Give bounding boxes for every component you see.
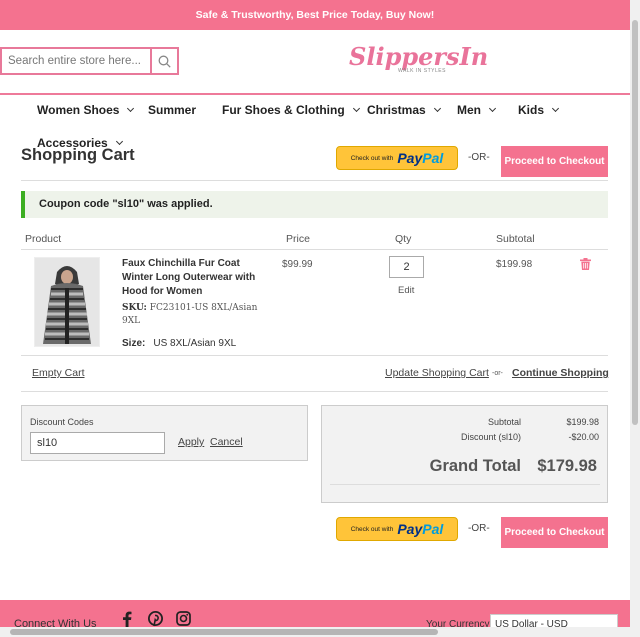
subtotal-value: $199.98 bbox=[566, 417, 599, 427]
discount-total-value: -$20.00 bbox=[568, 432, 599, 442]
col-header-product: Product bbox=[25, 233, 62, 245]
continue-shopping-link[interactable]: Continue Shopping bbox=[512, 367, 609, 379]
nav-label: Men bbox=[457, 103, 481, 117]
item-subtotal: $199.98 bbox=[496, 259, 533, 270]
horizontal-scroll-thumb[interactable] bbox=[10, 629, 438, 635]
paypal-checkout-button-bottom[interactable]: Check out with Pay Pal bbox=[336, 517, 458, 541]
grand-total-label: Grand Total bbox=[429, 457, 521, 475]
nav-men[interactable]: Men bbox=[457, 103, 497, 117]
size-value: US 8XL/Asian 9XL bbox=[153, 338, 237, 349]
vertical-scroll-thumb[interactable] bbox=[632, 20, 638, 425]
item-price: $99.99 bbox=[282, 259, 313, 270]
logo-text: SlippersIn bbox=[349, 42, 489, 71]
search-input[interactable] bbox=[2, 49, 152, 73]
discount-codes-panel: Discount Codes sl10 Apply Cancel bbox=[21, 405, 308, 461]
instagram-icon[interactable] bbox=[176, 611, 191, 627]
nav-summer[interactable]: Summer bbox=[148, 103, 196, 117]
nav-christmas[interactable]: Christmas bbox=[367, 103, 441, 117]
logo-tagline: WALK IN STYLES bbox=[398, 68, 446, 74]
nav-label: Fur Shoes & Clothing bbox=[222, 103, 345, 117]
or-separator-small: -or- bbox=[492, 370, 503, 377]
nav-divider bbox=[0, 93, 630, 95]
horizontal-scrollbar[interactable] bbox=[0, 627, 630, 637]
nav-label: Kids bbox=[518, 103, 545, 117]
quantity-input[interactable]: 2 bbox=[389, 256, 424, 278]
facebook-icon[interactable] bbox=[122, 611, 132, 627]
search-box bbox=[0, 47, 179, 75]
sku-label: SKU: bbox=[122, 303, 147, 313]
totals-divider bbox=[330, 484, 600, 485]
chevron-down-icon bbox=[115, 137, 123, 146]
paypal-brand-b: Pal bbox=[422, 150, 444, 166]
col-header-qty: Qty bbox=[395, 233, 412, 245]
paypal-prefix: Check out with bbox=[350, 154, 394, 162]
trash-icon bbox=[580, 258, 591, 270]
paypal-brand-b: Pal bbox=[422, 521, 444, 537]
or-separator-top: -OR- bbox=[468, 152, 490, 163]
chevron-down-icon bbox=[352, 104, 360, 113]
paypal-prefix: Check out with bbox=[350, 525, 394, 533]
update-cart-link[interactable]: Update Shopping Cart bbox=[385, 367, 489, 379]
nav-label: Summer bbox=[148, 103, 197, 117]
discount-total-label: Discount (sl10) bbox=[460, 432, 521, 442]
or-separator-bottom: -OR- bbox=[468, 523, 490, 534]
col-header-subtotal: Subtotal bbox=[496, 233, 535, 245]
nav-label: Women Shoes bbox=[37, 103, 120, 117]
apply-coupon-link[interactable]: Apply bbox=[178, 436, 204, 448]
nav-fur-shoes-clothing[interactable]: Fur Shoes & Clothing bbox=[222, 103, 360, 117]
product-sku: SKU: FC23101-US 8XL/Asian 9XL bbox=[122, 302, 262, 328]
page-title: Shopping Cart bbox=[21, 146, 135, 164]
paypal-checkout-button-top[interactable]: Check out with Pay Pal bbox=[336, 146, 458, 170]
paypal-brand-a: Pay bbox=[397, 150, 423, 166]
paypal-brand-a: Pay bbox=[397, 521, 423, 537]
chevron-down-icon bbox=[127, 104, 135, 113]
chevron-down-icon bbox=[488, 104, 497, 113]
empty-cart-link[interactable]: Empty Cart bbox=[32, 367, 85, 379]
pinterest-icon[interactable] bbox=[148, 611, 163, 627]
vertical-scrollbar[interactable] bbox=[630, 0, 640, 637]
grand-total-value: $179.98 bbox=[537, 457, 597, 475]
cancel-coupon-link[interactable]: Cancel bbox=[210, 436, 243, 448]
search-button[interactable] bbox=[151, 49, 177, 73]
proceed-checkout-button-bottom[interactable]: Proceed to Checkout bbox=[501, 517, 608, 548]
size-label: Size: bbox=[122, 338, 146, 349]
col-header-price: Price bbox=[286, 233, 310, 245]
promo-text: Safe & Trustworthy, Best Price Today, Bu… bbox=[195, 9, 435, 21]
cart-totals-panel: Subtotal $199.98 Discount (sl10) -$20.00… bbox=[321, 405, 608, 503]
discount-code-input[interactable]: sl10 bbox=[30, 432, 165, 454]
search-icon bbox=[158, 55, 171, 68]
product-name[interactable]: Faux Chinchilla Fur Coat Winter Long Out… bbox=[122, 257, 262, 299]
divider bbox=[21, 355, 608, 356]
divider bbox=[21, 180, 608, 181]
proceed-checkout-button-top[interactable]: Proceed to Checkout bbox=[501, 146, 608, 177]
discount-label: Discount Codes bbox=[30, 417, 94, 427]
nav-label: Christmas bbox=[367, 103, 426, 117]
nav-women-shoes[interactable]: Women Shoes bbox=[37, 103, 135, 117]
coupon-success-message: Coupon code "sl10" was applied. bbox=[21, 191, 608, 218]
remove-item-button[interactable] bbox=[580, 258, 591, 273]
product-image[interactable] bbox=[34, 257, 100, 347]
chevron-down-icon bbox=[433, 104, 441, 113]
chevron-down-icon bbox=[551, 104, 560, 113]
table-header-divider bbox=[21, 249, 608, 250]
divider bbox=[21, 391, 608, 392]
nav-kids[interactable]: Kids bbox=[518, 103, 560, 117]
subtotal-label: Subtotal bbox=[487, 417, 521, 427]
product-size: Size: US 8XL/Asian 9XL bbox=[122, 338, 236, 349]
site-logo[interactable]: SlippersIn WALK IN STYLES bbox=[346, 40, 488, 76]
fur-coat-image bbox=[35, 258, 99, 346]
edit-item-link[interactable]: Edit bbox=[398, 285, 414, 296]
promo-banner: Safe & Trustworthy, Best Price Today, Bu… bbox=[0, 0, 630, 30]
